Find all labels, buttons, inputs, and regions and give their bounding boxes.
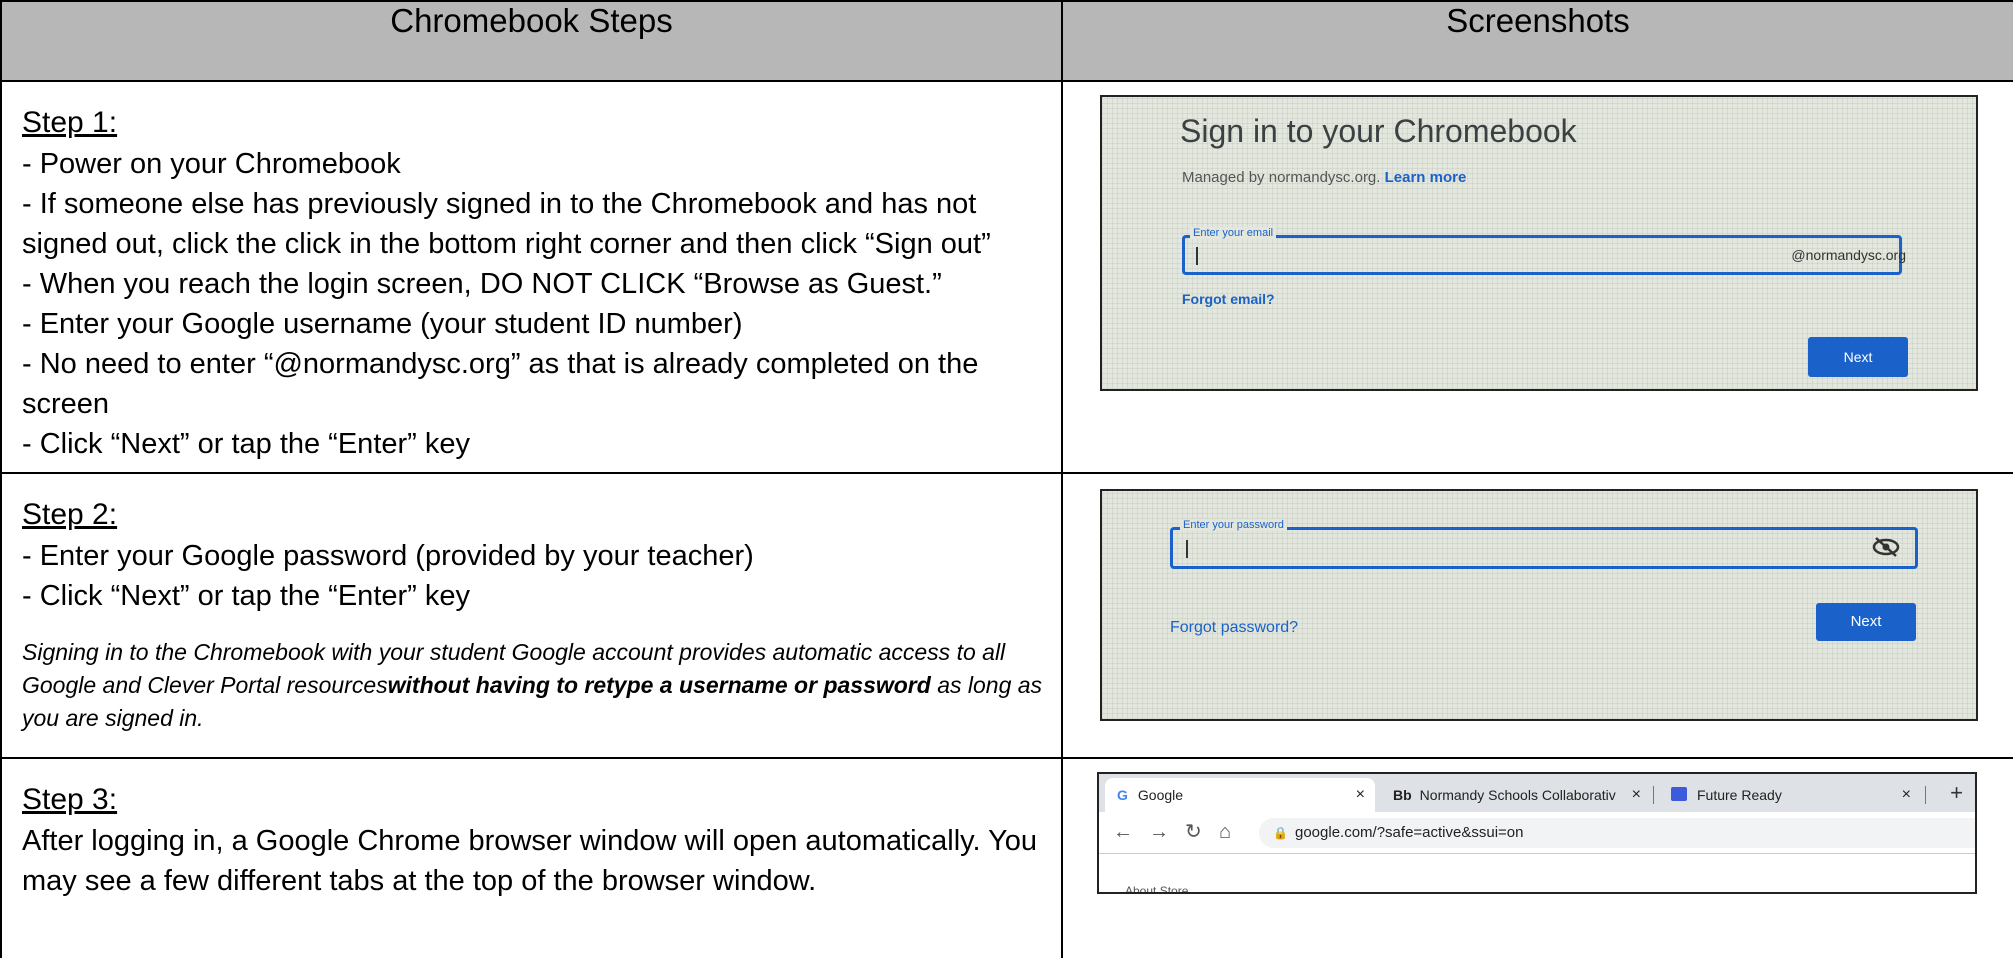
close-icon[interactable]: × [1632,778,1641,812]
future-ready-icon [1671,787,1687,802]
text-cursor [1196,247,1198,265]
hide-password-icon[interactable] [1872,535,1900,559]
step2-title: Step 2: [22,498,118,531]
step2-line-password: - Enter your Google password (provided b… [22,540,754,572]
reload-icon[interactable]: ↻ [1185,820,1202,844]
tab-bar: G Google × Bb Normandy Schools Collaborativ… [1099,774,1975,812]
step1-login-text: - When you reach the login screen, [22,268,480,300]
back-icon[interactable]: ← [1113,820,1133,844]
url-text: google.com/?safe=active&ssui=on [1295,824,1524,841]
close-icon[interactable]: × [1356,778,1365,812]
tab-future-ready[interactable]: Future Ready × [1659,778,1921,812]
step1-line-login: - When you reach the login screen, DO NO… [22,264,1043,304]
password-screenshot: Enter your password Forgot password? Nex… [1100,489,1978,721]
step1-title: Step 1: [22,106,118,139]
next-button[interactable]: Next [1808,337,1908,377]
tab-normandy[interactable]: Bb Normandy Schools Collaborativ × [1381,778,1651,812]
next-button[interactable]: Next [1816,603,1916,641]
google-icon: G [1117,787,1128,803]
step1-line-power: - Power on your Chromebook [22,148,401,180]
step1-line-username: - Enter your Google username (your stude… [22,308,743,340]
close-icon[interactable]: × [1902,778,1911,812]
header-steps: Chromebook Steps [0,0,1063,82]
forgot-email-link[interactable]: Forgot email? [1182,291,1275,307]
step3-cell: Step 3: After logging in, a Google Chrom… [0,757,1063,958]
step2-cell: Step 2: - Enter your Google password (pr… [0,472,1063,759]
step3-text: After logging in, a Google Chrome browse… [22,825,1038,897]
email-field-label: Enter your email [1190,227,1277,239]
blackboard-icon: Bb [1393,787,1412,803]
tab-label: Normandy Schools Collaborativ [1419,787,1616,803]
signin-screenshot: Sign in to your Chromebook Managed by no… [1100,95,1978,391]
password-field[interactable] [1170,527,1918,569]
signin-title: Sign in to your Chromebook [1180,113,1577,149]
lock-icon: 🔒 [1273,826,1288,840]
browser-screenshot: G Google × Bb Normandy Schools Collaborativ… [1097,772,1977,894]
step1-guest-warning: DO NOT CLICK “Browse as Guest.” [479,268,942,300]
tab-label: Future Ready [1697,787,1782,803]
home-icon[interactable]: ⌂ [1219,820,1231,844]
browser-toolbar: ← → ↻ ⌂ 🔒 google.com/?safe=active&ssui=o… [1099,812,1975,854]
address-bar[interactable]: 🔒 google.com/?safe=active&ssui=on [1259,818,1975,848]
forgot-password-link[interactable]: Forgot password? [1170,619,1298,637]
note-bold: without having to retype a username or p… [387,672,931,698]
header-screenshots: Screenshots [1061,0,2013,82]
tab-google[interactable]: G Google × [1105,778,1375,812]
step1-cell: Step 1: - Power on your Chromebook - If … [0,80,1063,474]
step2-note: Signing in to the Chromebook with your s… [22,636,1043,735]
password-field-label: Enter your password [1180,519,1287,531]
forward-icon[interactable]: → [1149,820,1169,844]
step1-line-signout: - If someone else has previously signed … [22,188,991,260]
tab-label: Google [1137,787,1184,803]
step1-line-domain: - No need to enter “@normandysc.org” as … [22,348,979,420]
new-tab-icon[interactable]: + [1950,778,1963,808]
step1-line-next: - Click “Next” or tap the “Enter” key [22,428,470,460]
step3-title: Step 3: [22,783,118,816]
learn-more-link[interactable]: Learn more [1385,169,1467,186]
managed-by-text: Managed by normandysc.org. Learn more [1182,169,1467,186]
page-top-links: About Store [1125,884,1189,894]
text-cursor [1186,540,1188,558]
step2-line-next: - Click “Next” or tap the “Enter” key [22,580,470,612]
email-domain-suffix: @normandysc.org [1791,247,1906,263]
